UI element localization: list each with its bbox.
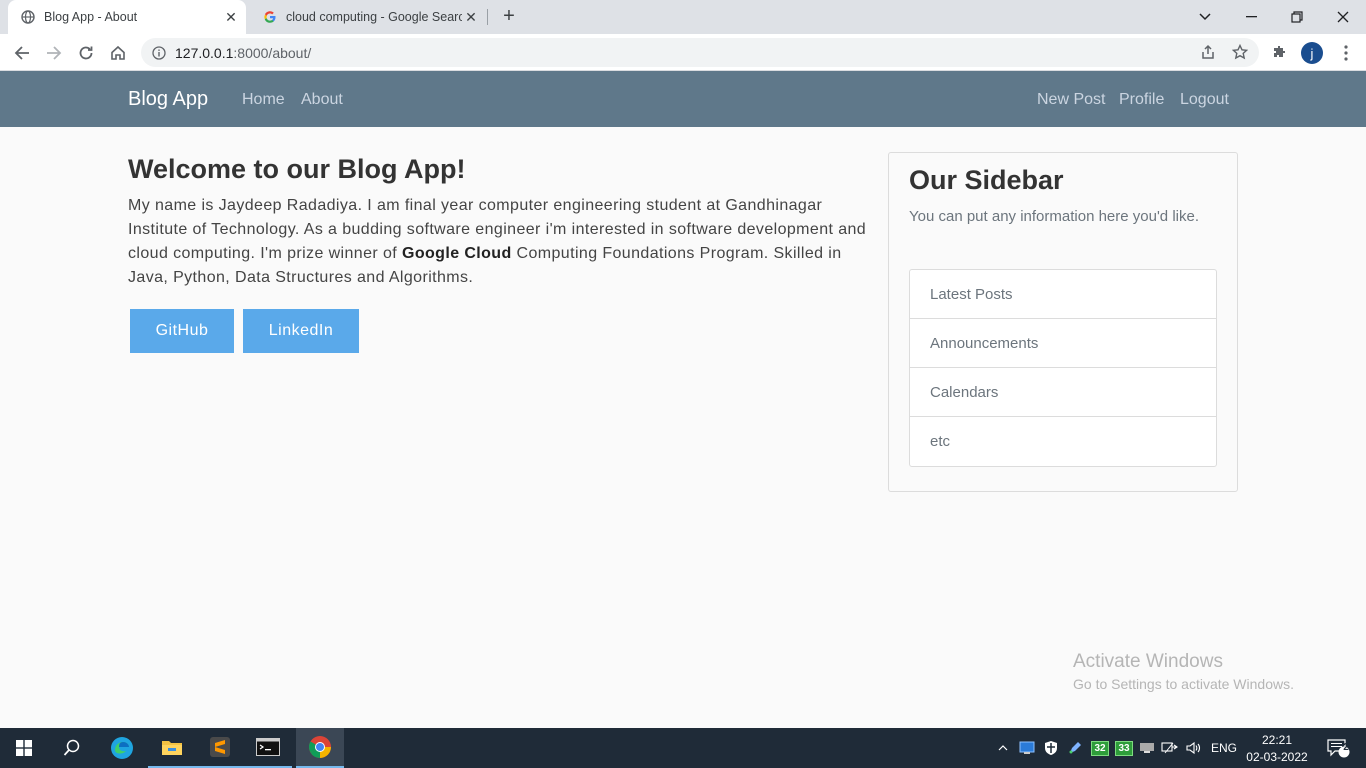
clock-time: 22:21 [1261, 733, 1293, 747]
notification-count: 2 [1343, 742, 1349, 753]
brand-link[interactable]: Blog App [128, 88, 208, 111]
tab-title: Blog App - About [44, 10, 138, 24]
tray-badge-32[interactable]: 32 [1090, 728, 1110, 768]
display-icon[interactable] [1138, 728, 1156, 768]
sidebar: Our Sidebar You can put any information … [888, 152, 1238, 492]
sidebar-item-etc[interactable]: etc [910, 417, 1216, 466]
page-title: Welcome to our Blog App! [128, 154, 466, 184]
sidebar-item-calendars[interactable]: Calendars [910, 368, 1216, 417]
close-tab-icon[interactable]: ✕ [222, 8, 240, 26]
nav-profile-link[interactable]: Profile [1119, 91, 1164, 109]
new-tab-icon[interactable]: + [498, 6, 520, 28]
site-info-icon[interactable] [151, 45, 167, 61]
windows-start-icon[interactable] [0, 728, 48, 768]
restore-icon[interactable] [1274, 0, 1320, 34]
browser-toolbar: 127.0.0.1:8000/about/ [0, 34, 1366, 71]
back-icon[interactable] [8, 39, 36, 67]
google-cloud-bold: Google Cloud [401, 245, 512, 262]
edge-icon[interactable] [98, 728, 146, 768]
sidebar-text: You can put any information here you'd l… [909, 208, 1199, 225]
network-icon[interactable] [1160, 728, 1180, 768]
language-indicator[interactable]: ENG [1208, 728, 1240, 768]
profile-avatar[interactable]: j [1301, 42, 1323, 64]
nav-home-link[interactable]: Home [242, 91, 285, 109]
nav-logout-link[interactable]: Logout [1180, 91, 1229, 109]
minimize-icon[interactable] [1228, 0, 1274, 34]
sublime-text-icon[interactable] [196, 728, 244, 768]
google-icon [262, 9, 278, 25]
reload-icon[interactable] [72, 39, 100, 67]
tab-search-icon[interactable] [1182, 0, 1228, 34]
tray-badge-33[interactable]: 33 [1114, 728, 1134, 768]
url-text: 127.0.0.1:8000/about/ [175, 44, 312, 61]
address-bar[interactable]: 127.0.0.1:8000/about/ [141, 38, 1259, 67]
close-tab-icon[interactable]: ✕ [462, 8, 480, 26]
tab-google-search[interactable]: cloud computing - Google Search ✕ [250, 0, 486, 34]
sidebar-title: Our Sidebar [909, 165, 1064, 195]
about-paragraph: My name is Jaydeep Radadiya. I am final … [128, 197, 867, 286]
globe-icon [20, 9, 36, 25]
network-monitor-icon[interactable] [1018, 728, 1036, 768]
close-window-icon[interactable] [1320, 0, 1366, 34]
security-shield-icon[interactable] [1042, 728, 1060, 768]
github-button[interactable]: GitHub [130, 309, 234, 353]
watermark-title: Activate Windows [1073, 651, 1223, 672]
linkedin-button[interactable]: LinkedIn [243, 309, 359, 353]
nav-new-post-link[interactable]: New Post [1037, 91, 1105, 109]
file-explorer-icon[interactable] [148, 728, 196, 768]
windows-taskbar: 32 33 ENG 22:21 02-03-2022 2 [0, 728, 1366, 768]
clock-date: 02-03-2022 [1246, 750, 1308, 764]
tab-divider [487, 9, 488, 25]
sidebar-item-announcements[interactable]: Announcements [910, 319, 1216, 368]
tab-title: cloud computing - Google Search [286, 10, 462, 24]
tab-blog-app-about[interactable]: Blog App - About ✕ [8, 0, 246, 34]
activate-windows-watermark: Activate Windows Go to Settings to activ… [1073, 651, 1294, 692]
browser-menu-icon[interactable] [1332, 39, 1360, 67]
forward-icon[interactable] [40, 39, 68, 67]
chrome-icon[interactable] [296, 728, 344, 768]
sidebar-item-latest-posts[interactable]: Latest Posts [910, 270, 1216, 319]
system-clock[interactable]: 22:21 02-03-2022 [1244, 732, 1310, 766]
browser-tab-bar: Blog App - About ✕ cloud computing - Goo… [0, 0, 1366, 34]
site-navbar: Blog App Home About New Post Profile Log… [0, 71, 1366, 127]
nav-about-link[interactable]: About [301, 91, 343, 109]
terminal-icon[interactable] [244, 728, 292, 768]
watermark-subtitle: Go to Settings to activate Windows. [1073, 676, 1294, 692]
bookmark-star-icon[interactable] [1229, 41, 1251, 63]
extensions-icon[interactable] [1269, 41, 1291, 63]
volume-icon[interactable] [1184, 728, 1204, 768]
pen-tool-icon[interactable] [1066, 728, 1084, 768]
home-icon[interactable] [104, 39, 132, 67]
sidebar-list: Latest Posts Announcements Calendars etc [909, 269, 1217, 467]
notifications-icon[interactable]: 2 [1318, 728, 1358, 768]
search-icon[interactable] [48, 728, 96, 768]
show-hidden-icons-icon[interactable] [994, 728, 1012, 768]
share-icon[interactable] [1197, 41, 1219, 63]
